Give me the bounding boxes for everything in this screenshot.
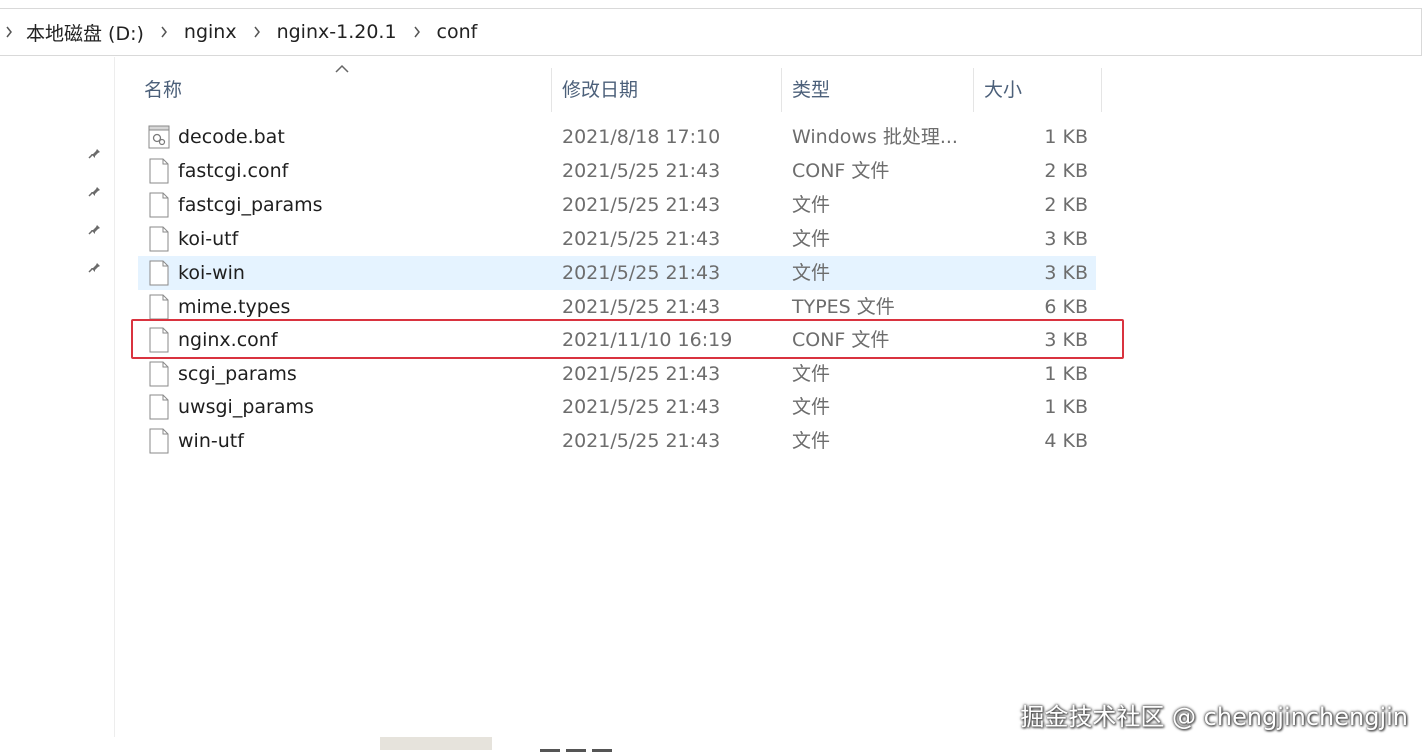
file-size: 2 KB — [1044, 160, 1088, 182]
file-date: 2021/5/25 21:43 — [562, 194, 721, 216]
file-type: 文件 — [792, 194, 831, 216]
breadcrumb-conf[interactable]: conf — [429, 21, 486, 43]
watermark: 掘金技术社区 @ chengjinchengjin — [1020, 703, 1408, 731]
file-row[interactable]: fastcgi.conf 2021/5/25 21:43 CONF 文件 2 K… — [138, 154, 1096, 188]
pin-icon[interactable] — [86, 181, 106, 201]
file-date: 2021/5/25 21:43 — [562, 396, 721, 418]
file-name: fastcgi.conf — [178, 160, 289, 182]
file-size: 1 KB — [1044, 363, 1088, 385]
breadcrumb-drive-d[interactable]: 本地磁盘 (D:) — [18, 19, 152, 46]
file-icon — [149, 394, 169, 420]
column-header-name-label: 名称 — [144, 79, 183, 101]
file-icon — [149, 361, 169, 387]
chevron-right-icon[interactable] — [245, 26, 269, 38]
file-type: Windows 批处理... — [792, 126, 958, 148]
chevron-right-icon[interactable] — [152, 26, 176, 38]
file-type: 文件 — [792, 396, 831, 418]
column-header-size-label: 大小 — [984, 79, 1023, 101]
file-date: 2021/5/25 21:43 — [562, 228, 721, 250]
file-row[interactable]: koi-utf 2021/5/25 21:43 文件 3 KB — [138, 222, 1096, 256]
chevron-right-icon[interactable] — [0, 26, 18, 38]
file-date: 2021/5/25 21:43 — [562, 160, 721, 182]
file-icon — [149, 428, 169, 454]
file-row[interactable]: scgi_params 2021/5/25 21:43 文件 1 KB — [138, 357, 1096, 391]
breadcrumb-nginx[interactable]: nginx — [176, 21, 245, 43]
file-icon — [149, 226, 169, 252]
highlight-annotation-box — [131, 319, 1124, 359]
file-name: koi-win — [178, 262, 245, 284]
column-header-type-label: 类型 — [792, 79, 831, 101]
file-type: 文件 — [792, 228, 831, 250]
file-type: CONF 文件 — [792, 160, 890, 182]
pin-icon[interactable] — [86, 219, 106, 239]
column-header-type[interactable]: 类型 — [782, 68, 974, 112]
file-date: 2021/5/25 21:43 — [562, 363, 721, 385]
file-name: scgi_params — [178, 363, 297, 385]
file-row[interactable]: fastcgi_params 2021/5/25 21:43 文件 2 KB — [138, 188, 1096, 222]
chevron-right-icon[interactable] — [405, 26, 429, 38]
column-header-date[interactable]: 修改日期 — [552, 68, 782, 112]
pin-icon[interactable] — [86, 257, 106, 277]
cropped-thumbnail — [380, 737, 492, 750]
file-icon — [149, 260, 169, 286]
file-type: 文件 — [792, 363, 831, 385]
breadcrumb-nginx-version[interactable]: nginx-1.20.1 — [269, 21, 405, 43]
file-row[interactable]: decode.bat 2021/8/18 17:10 Windows 批处理..… — [138, 120, 1096, 154]
pin-icon[interactable] — [86, 143, 106, 163]
file-icon — [149, 158, 169, 184]
file-size: 4 KB — [1044, 430, 1088, 452]
file-row[interactable]: win-utf 2021/5/25 21:43 文件 4 KB — [138, 424, 1096, 458]
batch-file-icon — [148, 125, 170, 149]
file-name: koi-utf — [178, 228, 239, 250]
file-date: 2021/8/18 17:10 — [562, 126, 721, 148]
file-row-hovered[interactable]: koi-win 2021/5/25 21:43 文件 3 KB — [138, 256, 1096, 290]
navigation-pane — [0, 57, 115, 737]
file-date: 2021/5/25 21:43 — [562, 430, 721, 452]
cropped-text-fragment — [540, 737, 660, 752]
column-header-name[interactable]: 名称 — [138, 68, 552, 112]
file-icon — [149, 192, 169, 218]
file-name: uwsgi_params — [178, 396, 314, 418]
file-row[interactable]: uwsgi_params 2021/5/25 21:43 文件 1 KB — [138, 390, 1096, 424]
column-header-date-label: 修改日期 — [562, 79, 639, 101]
file-name: decode.bat — [178, 126, 285, 148]
file-icon — [149, 294, 169, 320]
address-bar[interactable]: 本地磁盘 (D:) nginx nginx-1.20.1 conf — [0, 8, 1422, 56]
file-size: 3 KB — [1044, 262, 1088, 284]
file-size: 1 KB — [1044, 126, 1088, 148]
file-date: 2021/5/25 21:43 — [562, 262, 721, 284]
file-type: 文件 — [792, 262, 831, 284]
file-name: fastcgi_params — [178, 194, 323, 216]
file-type: 文件 — [792, 430, 831, 452]
file-size: 1 KB — [1044, 396, 1088, 418]
pane-divider — [114, 57, 115, 737]
file-size: 2 KB — [1044, 194, 1088, 216]
column-header-size[interactable]: 大小 — [974, 68, 1102, 112]
file-size: 3 KB — [1044, 228, 1088, 250]
file-name: win-utf — [178, 430, 244, 452]
